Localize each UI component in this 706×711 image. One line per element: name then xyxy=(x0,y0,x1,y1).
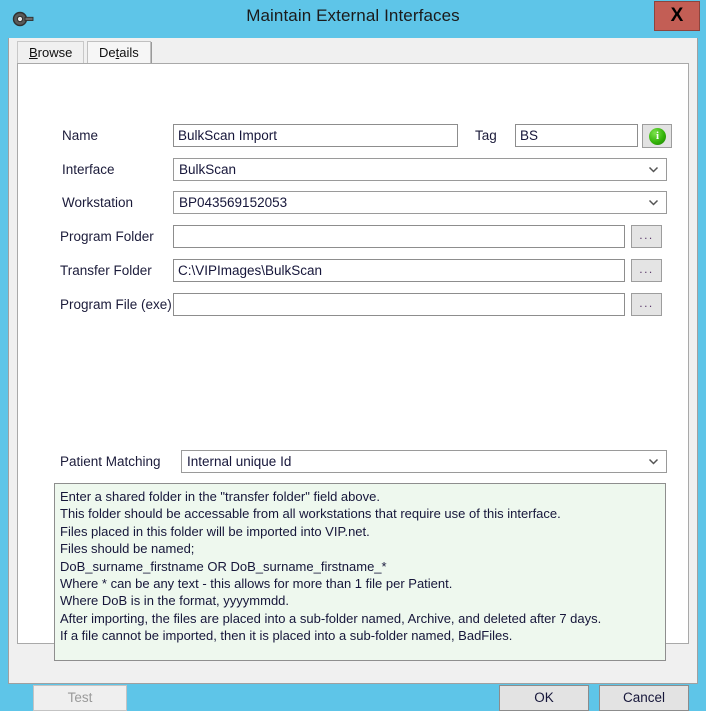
program-folder-input[interactable] xyxy=(173,225,625,248)
help-line: This folder should be accessable from al… xyxy=(60,506,561,522)
program-file-browse-button[interactable]: ... xyxy=(631,293,662,316)
interface-label: Interface xyxy=(62,162,115,177)
chevron-down-icon xyxy=(648,455,659,466)
tab-browse-label: rowse xyxy=(37,45,73,60)
program-file-input[interactable] xyxy=(173,293,625,316)
chevron-down-icon xyxy=(648,196,659,207)
workstation-label: Workstation xyxy=(62,195,134,210)
help-line: Where * can be any text - this allows fo… xyxy=(60,576,453,592)
help-line: Enter a shared folder in the "transfer f… xyxy=(60,489,380,504)
help-line: After importing, the files are placed in… xyxy=(60,610,602,626)
tag-label: Tag xyxy=(475,128,497,143)
program-folder-label: Program Folder xyxy=(60,229,154,244)
interface-select[interactable]: BulkScan xyxy=(173,158,667,181)
info-circle-icon: i xyxy=(649,128,666,145)
tab-strip: Browse Details xyxy=(9,38,697,64)
cancel-button[interactable]: Cancel xyxy=(599,685,689,711)
tab-details-label: ails xyxy=(119,45,139,60)
help-line: DoB_surname_firstname OR DoB_surname_fir… xyxy=(60,558,387,574)
name-input[interactable] xyxy=(173,124,458,147)
workstation-value: BP043569152053 xyxy=(179,195,288,210)
help-line: Where DoB is in the format, yyyymmdd. xyxy=(60,593,290,609)
dialog-window: Maintain External Interfaces X Browse De… xyxy=(0,0,706,711)
tab-details[interactable]: Details xyxy=(87,41,151,64)
help-line: Files should be named; xyxy=(60,541,195,557)
tag-info-button[interactable]: i xyxy=(642,124,672,148)
help-line: If a file cannot be imported, then it is… xyxy=(60,628,513,644)
patient-matching-select[interactable]: Internal unique Id xyxy=(181,450,667,473)
transfer-folder-label: Transfer Folder xyxy=(60,263,152,278)
test-button[interactable]: Test xyxy=(33,685,127,711)
interface-value: BulkScan xyxy=(179,162,237,177)
patient-matching-value: Internal unique Id xyxy=(187,454,292,469)
patient-matching-label: Patient Matching xyxy=(60,454,161,469)
ok-button[interactable]: OK xyxy=(499,685,589,711)
help-line: Files placed in this folder will be impo… xyxy=(60,523,370,539)
program-file-label: Program File (exe) xyxy=(60,297,172,312)
workstation-select[interactable]: BP043569152053 xyxy=(173,191,667,214)
page-title: Maintain External Interfaces xyxy=(246,6,460,25)
dialog-body: Browse Details Name Tag i Interface Bulk… xyxy=(8,38,698,711)
transfer-folder-input[interactable] xyxy=(173,259,625,282)
chevron-down-icon xyxy=(648,163,659,174)
title-bar: Maintain External Interfaces X xyxy=(0,0,706,40)
name-label: Name xyxy=(62,128,99,143)
close-button[interactable]: X xyxy=(654,1,700,31)
program-folder-browse-button[interactable]: ... xyxy=(631,225,662,248)
transfer-folder-browse-button[interactable]: ... xyxy=(631,259,662,282)
tag-input[interactable] xyxy=(515,124,638,147)
tab-divider xyxy=(151,42,152,64)
help-text-box: Enter a shared folder in the "transfer f… xyxy=(54,483,666,661)
tab-browse[interactable]: Browse xyxy=(17,41,85,64)
